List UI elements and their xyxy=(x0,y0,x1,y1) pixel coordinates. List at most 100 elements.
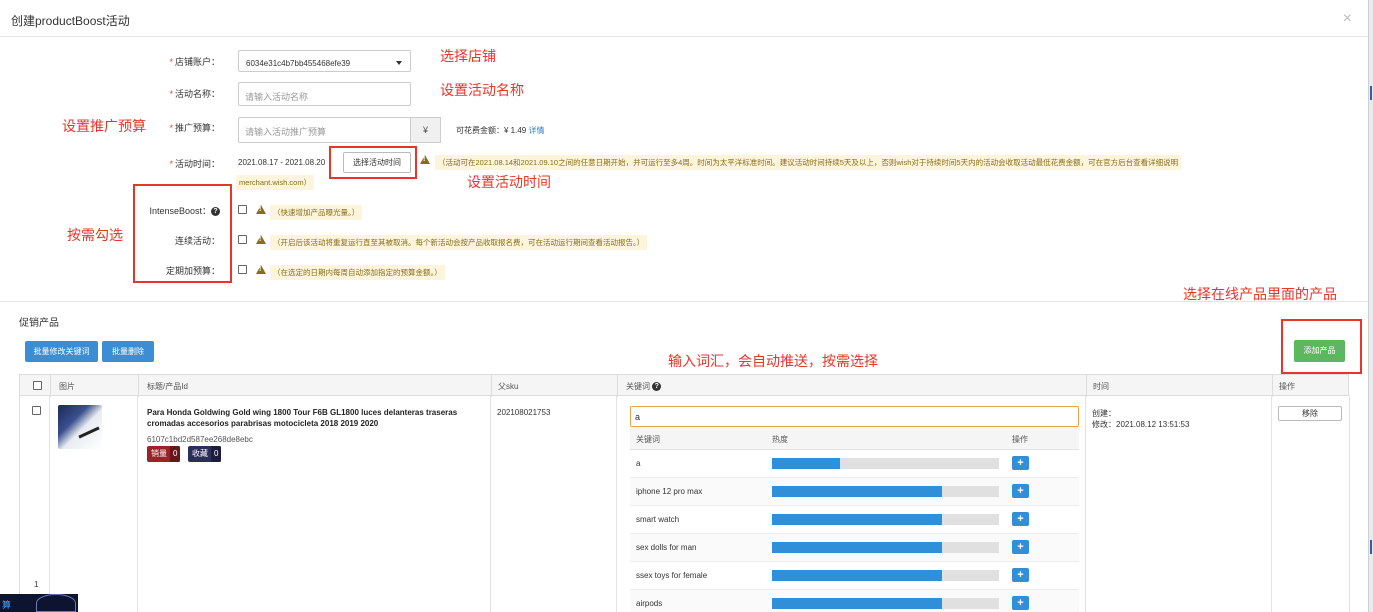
table-left-border xyxy=(19,396,20,612)
keyword-name: airpods xyxy=(636,599,663,608)
heat-bar xyxy=(772,598,999,609)
intense-boost-note: （快速增加产品曝光量。） xyxy=(270,205,363,220)
campaign-time-note-link: merchant.wish.com） xyxy=(236,175,315,190)
section-title: 促销产品 xyxy=(19,318,59,329)
keyword-row[interactable]: sex dolls for man + xyxy=(630,534,1079,562)
annotation-set-time: 设置活动时间 xyxy=(467,174,551,190)
heat-bar-fill xyxy=(772,598,943,609)
auto-budget-checkbox[interactable] xyxy=(238,265,247,274)
budget-input[interactable]: 请输入活动推广预算 xyxy=(238,117,411,143)
product-thumbnail[interactable] xyxy=(58,405,102,449)
sales-badge: 销量 0 xyxy=(147,446,181,462)
add-product-button[interactable]: 添加产品 xyxy=(1294,340,1345,362)
continuous-checkbox[interactable] xyxy=(238,235,247,244)
chevron-down-icon xyxy=(396,61,402,65)
remove-button[interactable]: 移除 xyxy=(1278,406,1342,421)
th-parent-sku: 父sku xyxy=(498,382,519,391)
help-icon[interactable]: ? xyxy=(652,382,662,392)
close-icon[interactable]: × xyxy=(1343,10,1352,28)
store-account-select[interactable]: 6034e31c4b7bb455468efe39 xyxy=(238,50,411,72)
add-keyword-button[interactable]: + xyxy=(1012,596,1029,610)
add-keyword-button[interactable]: + xyxy=(1012,512,1029,526)
warning-icon xyxy=(420,155,430,164)
batch-edit-keywords-button[interactable]: 批量修改关键词 xyxy=(25,341,98,362)
column-divider xyxy=(616,396,617,612)
heat-bar xyxy=(772,486,999,497)
heat-bar xyxy=(772,542,999,553)
auto-budget-label: 定期加预算： xyxy=(165,266,220,276)
th-time: 时间 xyxy=(1093,382,1109,391)
keyword-name: sex dolls for man xyxy=(636,543,697,552)
annotation-set-budget: 设置推广预算 xyxy=(62,118,146,134)
annotation-check-as-needed: 按需勾选 xyxy=(67,227,123,243)
parent-sku-value: 202108021753 xyxy=(497,408,551,417)
column-divider xyxy=(50,375,51,397)
table-header: 图片 标题/产品Id 父sku 关键词 ? 时间 操作 xyxy=(19,374,1349,397)
keyword-input[interactable]: a xyxy=(630,406,1079,427)
product-title[interactable]: Para Honda Goldwing Gold wing 1800 Tour … xyxy=(147,407,487,429)
column-divider xyxy=(137,396,138,612)
column-divider xyxy=(1349,396,1350,612)
row-checkbox[interactable] xyxy=(32,406,41,415)
select-all-checkbox[interactable] xyxy=(33,381,42,390)
campaign-time-note: （活动可在2021.08.14和2021.09.10之间的任意日期开始，并可运行… xyxy=(435,155,1182,170)
keyword-row[interactable]: ssex toys for female + xyxy=(630,562,1079,590)
column-divider xyxy=(1086,375,1087,397)
created-time: 创建： xyxy=(1092,409,1116,418)
help-icon[interactable]: ? xyxy=(211,207,220,217)
currency-addon: ¥ xyxy=(410,117,441,143)
section-divider xyxy=(0,301,1368,302)
column-divider xyxy=(617,375,618,397)
annotation-set-name: 设置活动名称 xyxy=(440,82,524,98)
heat-bar-fill xyxy=(772,458,841,469)
window-edge xyxy=(1368,0,1373,612)
add-keyword-button[interactable]: + xyxy=(1012,568,1029,582)
column-divider xyxy=(490,396,491,612)
keyword-name: iphone 12 pro max xyxy=(636,487,703,496)
annotation-select-store: 选择店铺 xyxy=(440,48,496,64)
budget-label: * 推广预算： xyxy=(169,123,220,133)
dialog-title: 创建productBoost活动 xyxy=(11,14,130,28)
campaign-time-value: 2021.08.17 - 2021.08.20 xyxy=(238,158,326,167)
available-amount: 可花费金额：¥ 1.49 详情 xyxy=(456,126,545,135)
keyword-row[interactable]: a + xyxy=(630,450,1079,478)
add-keyword-button[interactable]: + xyxy=(1012,540,1029,554)
column-divider xyxy=(491,375,492,397)
taskbar-label: 算 xyxy=(2,600,12,610)
column-divider xyxy=(1271,396,1272,612)
annotation-keyword-hint: 输入词汇，会自动推送，按需选择 xyxy=(668,353,878,369)
keyword-row[interactable]: airpods + xyxy=(630,590,1079,612)
heat-bar-fill xyxy=(772,514,943,525)
intense-boost-checkbox[interactable] xyxy=(238,205,247,214)
continuous-label: 连续活动： xyxy=(174,236,220,246)
th-image: 图片 xyxy=(59,382,75,391)
continuous-note: （开启后该活动将重复运行直至其被取消。每个新活动会按产品收取报名费，可在活动运行… xyxy=(270,235,648,250)
keyword-suggestion-panel: 关键词 热度 操作 a + iphone 12 pro max + smart watc… xyxy=(630,427,1079,612)
edge-marker xyxy=(1370,86,1372,100)
heat-bar xyxy=(772,458,999,469)
batch-delete-button[interactable]: 批量删除 xyxy=(102,341,154,362)
details-link[interactable]: 详情 xyxy=(528,126,544,135)
warning-icon xyxy=(256,265,266,274)
kw-header-action: 操作 xyxy=(1012,435,1028,444)
heat-bar-fill xyxy=(772,542,943,553)
campaign-name-input[interactable]: 请输入活动名称 xyxy=(238,82,411,106)
taskbar-thumbnail[interactable]: 算 xyxy=(0,594,78,612)
edge-marker xyxy=(1370,540,1372,554)
intense-boost-label: IntenseBoost：? xyxy=(138,204,220,217)
add-keyword-button[interactable]: + xyxy=(1012,456,1029,470)
store-account-value: 6034e31c4b7bb455468efe39 xyxy=(246,59,351,68)
keyword-panel-header: 关键词 热度 操作 xyxy=(630,427,1079,450)
column-divider xyxy=(1085,396,1086,612)
heat-bar xyxy=(772,514,999,525)
store-account-label: * 店铺账户： xyxy=(169,57,220,67)
keyword-row[interactable]: iphone 12 pro max + xyxy=(630,478,1079,506)
campaign-time-label: * 活动时间： xyxy=(169,159,220,169)
warning-icon xyxy=(256,205,266,214)
heat-bar-fill xyxy=(772,486,943,497)
column-divider xyxy=(138,375,139,397)
keyword-row[interactable]: smart watch + xyxy=(630,506,1079,534)
add-keyword-button[interactable]: + xyxy=(1012,484,1029,498)
th-action: 操作 xyxy=(1279,382,1295,391)
dialog-header: 创建productBoost活动 × xyxy=(0,0,1368,37)
